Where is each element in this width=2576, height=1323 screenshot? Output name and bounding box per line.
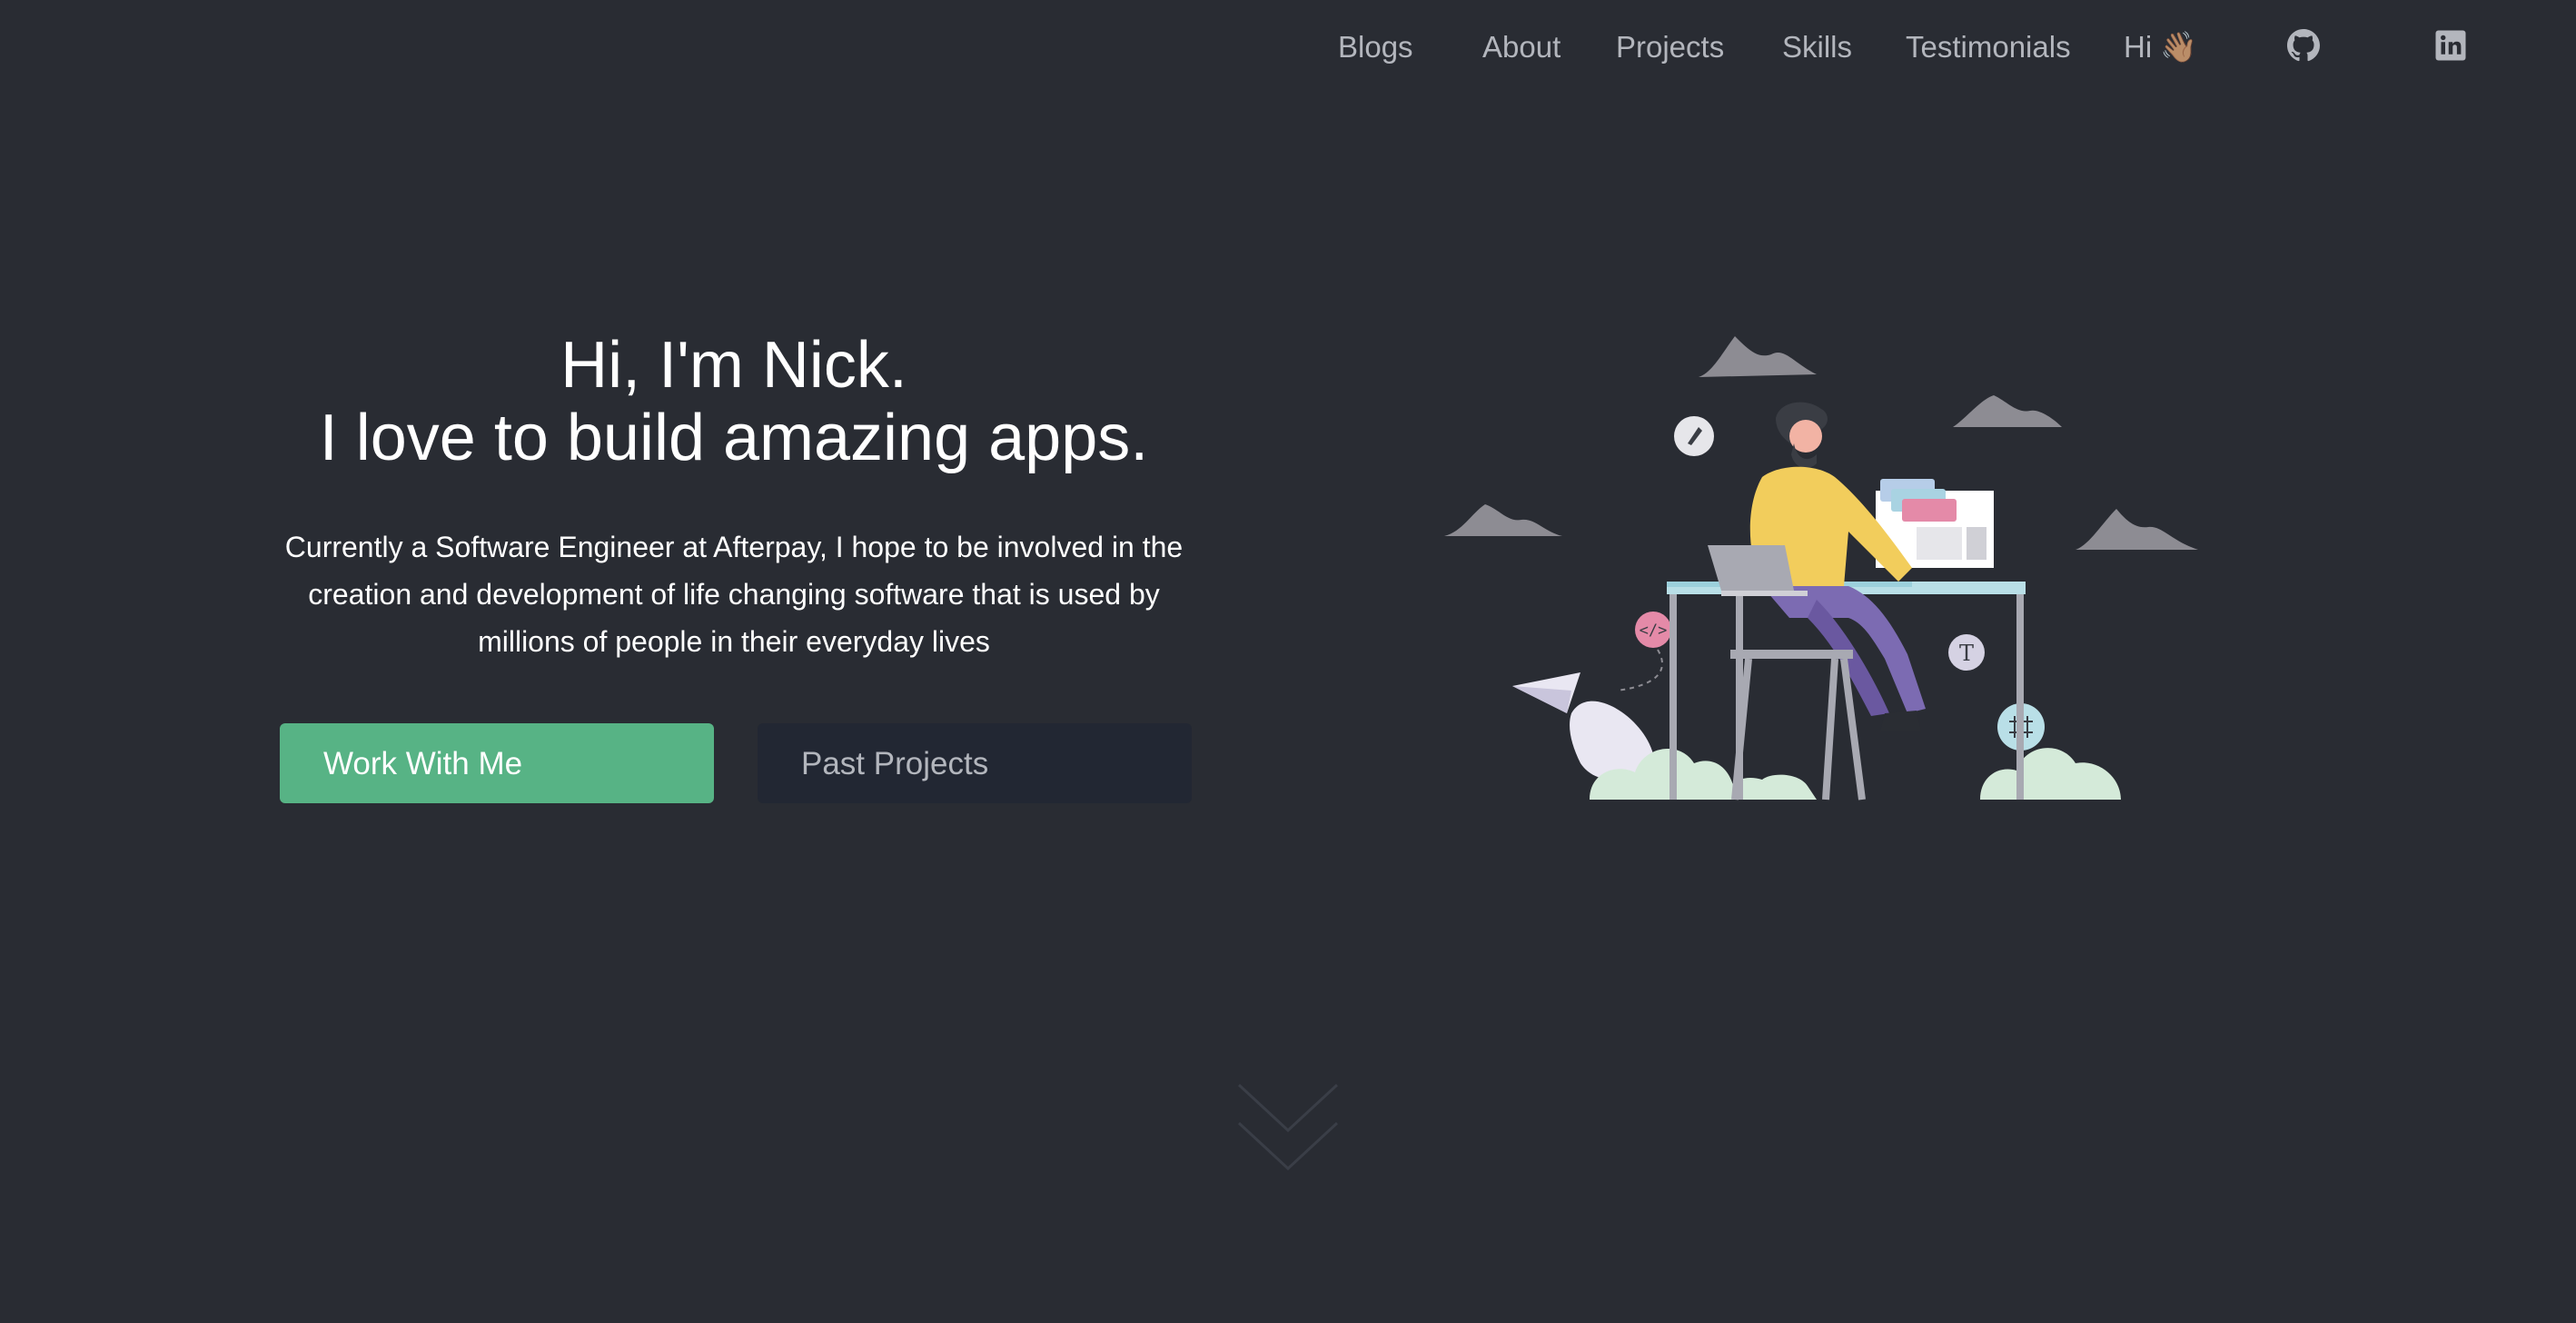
text-tool-icon: T	[1948, 634, 1985, 671]
cloud-shape	[1953, 395, 2062, 427]
hero-heading: Hi, I'm Nick. I love to build amazing ap…	[200, 329, 1268, 474]
linkedin-icon[interactable]	[2434, 29, 2467, 62]
cloud-shape	[1444, 504, 1562, 536]
nav-link-blogs[interactable]: Blogs	[1338, 27, 1413, 67]
hero-description: Currently a Software Engineer at Afterpa…	[284, 531, 1184, 658]
nav-link-testimonials[interactable]: Testimonials	[1906, 27, 2071, 67]
svg-text:T: T	[1959, 641, 1974, 666]
landing-page: Blogs About Projects Skills Testimonials…	[0, 0, 2576, 1323]
svg-text:</>: </>	[1640, 622, 1668, 640]
cloud-shape	[1699, 336, 1817, 377]
nav-link-projects[interactable]: Projects	[1616, 27, 1724, 67]
pen-tool-icon	[1674, 416, 1714, 456]
developer-illustration: </> T	[1444, 336, 2198, 801]
work-with-me-button[interactable]: Work With Me	[280, 723, 714, 803]
github-icon[interactable]	[2287, 29, 2320, 62]
past-projects-button[interactable]: Past Projects	[758, 723, 1192, 803]
nav-link-skills[interactable]: Skills	[1782, 27, 1852, 67]
hero-heading-line-2: I love to build amazing apps.	[319, 402, 1149, 474]
hero-heading-line-1: Hi, I'm Nick.	[560, 329, 907, 402]
nav-link-about[interactable]: About	[1482, 27, 1560, 67]
scroll-down-chevron-icon[interactable]	[1235, 1081, 1341, 1176]
paper-plane-icon	[1512, 672, 1580, 713]
nav-link-hi[interactable]: Hi 👋🏽	[2124, 27, 2197, 67]
code-icon: </>	[1635, 612, 1671, 648]
cloud-shape	[2076, 509, 2198, 550]
